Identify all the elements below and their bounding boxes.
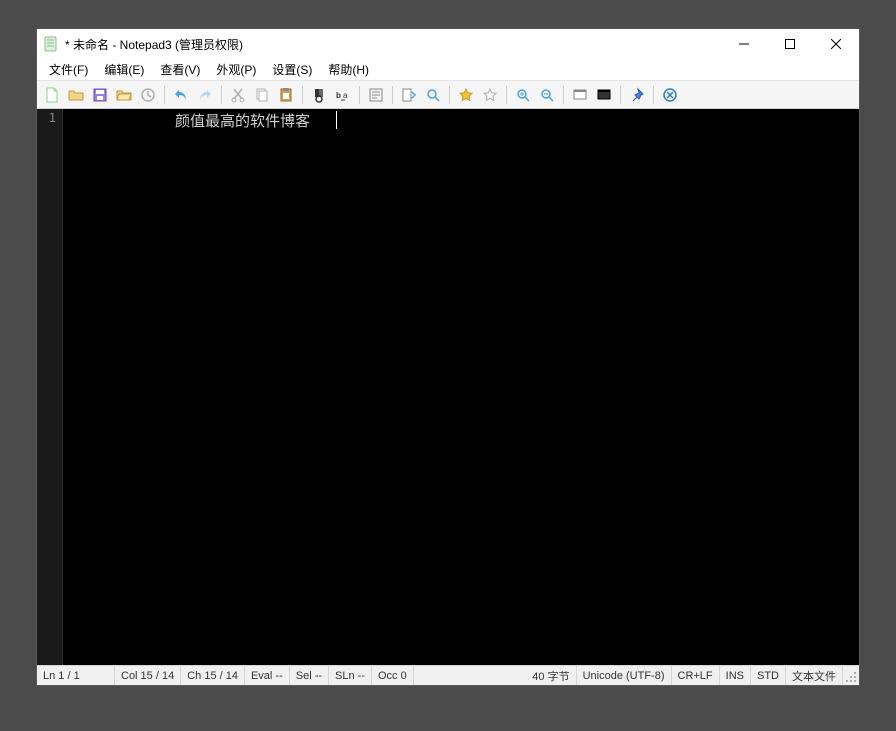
replace-icon[interactable]: ba <box>332 84 354 106</box>
exit-icon[interactable] <box>659 84 681 106</box>
maximize-button[interactable] <box>767 29 813 59</box>
status-mode[interactable]: STD <box>751 666 786 685</box>
paste-icon[interactable] <box>275 84 297 106</box>
status-line[interactable]: Ln 1 / 1 <box>37 666 115 685</box>
status-column[interactable]: Col 15 / 14 <box>115 666 181 685</box>
status-insert-mode[interactable]: INS <box>720 666 751 685</box>
app-window: * 未命名 - Notepad3 (管理员权限) 文件(F) 编辑(E) 查看(… <box>36 28 860 686</box>
menu-help[interactable]: 帮助(H) <box>320 59 377 80</box>
new-file-icon[interactable] <box>41 84 63 106</box>
zoom-in-icon[interactable] <box>512 84 534 106</box>
word-wrap-icon[interactable] <box>365 84 387 106</box>
recent-icon[interactable] <box>137 84 159 106</box>
caret <box>336 111 337 129</box>
svg-text:b: b <box>336 91 341 100</box>
goto-line-icon[interactable] <box>398 84 420 106</box>
toolbar-separator <box>620 86 621 104</box>
add-favorite-icon[interactable] <box>479 84 501 106</box>
zoom-out-icon[interactable] <box>536 84 558 106</box>
status-bytes[interactable]: 40 字节 <box>414 666 577 685</box>
cut-icon[interactable] <box>227 84 249 106</box>
redo-icon[interactable] <box>194 84 216 106</box>
toolbar-separator <box>359 86 360 104</box>
toolbar-separator <box>449 86 450 104</box>
menubar: 文件(F) 编辑(E) 查看(V) 外观(P) 设置(S) 帮助(H) <box>37 59 859 81</box>
svg-text:a: a <box>343 91 348 100</box>
status-occurrences[interactable]: Occ 0 <box>372 666 414 685</box>
fold-margin[interactable] <box>63 109 77 665</box>
open-file-icon[interactable] <box>65 84 87 106</box>
favorite-icon[interactable] <box>455 84 477 106</box>
window-title: * 未命名 - Notepad3 (管理员权限) <box>65 36 243 53</box>
status-eol[interactable]: CR+LF <box>672 666 720 685</box>
line-number: 1 <box>37 111 56 125</box>
line-number-gutter[interactable]: 1 <box>37 109 63 665</box>
pin-icon[interactable] <box>626 84 648 106</box>
menu-appearance[interactable]: 外观(P) <box>208 59 264 80</box>
toolbar-separator <box>302 86 303 104</box>
resize-grip[interactable] <box>843 666 859 685</box>
editor-content: 颜值最高的软件博客 <box>175 112 310 130</box>
toolbar: ba <box>37 81 859 109</box>
menu-settings[interactable]: 设置(S) <box>264 59 320 80</box>
toolbar-separator <box>563 86 564 104</box>
status-eval[interactable]: Eval -- <box>245 666 290 685</box>
find-icon[interactable] <box>308 84 330 106</box>
text-editor[interactable]: 颜值最高的软件博客 <box>77 109 859 665</box>
scheme-light-icon[interactable] <box>569 84 591 106</box>
menu-file[interactable]: 文件(F) <box>41 59 96 80</box>
toolbar-separator <box>653 86 654 104</box>
menu-edit[interactable]: 编辑(E) <box>96 59 152 80</box>
browse-folder-icon[interactable] <box>113 84 135 106</box>
undo-icon[interactable] <box>170 84 192 106</box>
toolbar-separator <box>392 86 393 104</box>
toolbar-separator <box>221 86 222 104</box>
status-sel-lines[interactable]: SLn -- <box>329 666 372 685</box>
minimize-button[interactable] <box>721 29 767 59</box>
titlebar: * 未命名 - Notepad3 (管理员权限) <box>37 29 859 59</box>
status-char[interactable]: Ch 15 / 14 <box>181 666 245 685</box>
status-filetype[interactable]: 文本文件 <box>786 666 843 685</box>
status-selection[interactable]: Sel -- <box>290 666 329 685</box>
statusbar: Ln 1 / 1 Col 15 / 14 Ch 15 / 14 Eval -- … <box>37 665 859 685</box>
toolbar-separator <box>506 86 507 104</box>
window-controls <box>721 29 859 59</box>
save-icon[interactable] <box>89 84 111 106</box>
copy-icon[interactable] <box>251 84 273 106</box>
app-icon <box>43 36 59 52</box>
zoom-search-icon[interactable] <box>422 84 444 106</box>
scheme-dark-icon[interactable] <box>593 84 615 106</box>
close-button[interactable] <box>813 29 859 59</box>
editor-area: 1 颜值最高的软件博客 <box>37 109 859 665</box>
menu-view[interactable]: 查看(V) <box>152 59 208 80</box>
toolbar-separator <box>164 86 165 104</box>
status-encoding[interactable]: Unicode (UTF-8) <box>577 666 672 685</box>
